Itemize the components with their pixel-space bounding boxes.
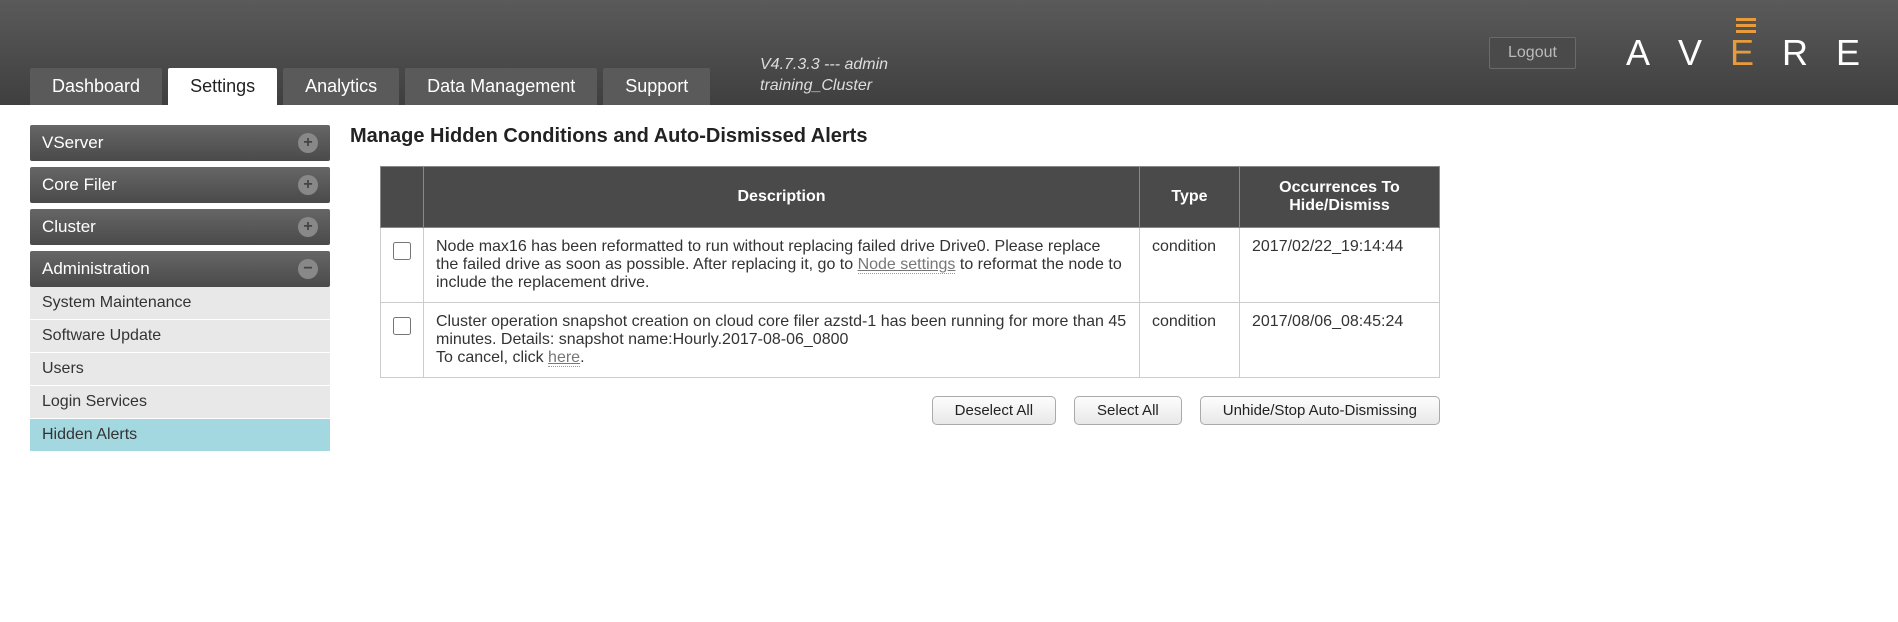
- logo-letter: A: [1626, 32, 1658, 74]
- sidebar-item-software-update[interactable]: Software Update: [30, 320, 330, 353]
- logo-accent-bars: [1730, 18, 1762, 33]
- action-row: Deselect All Select All Unhide/Stop Auto…: [380, 396, 1440, 425]
- main-panel: Manage Hidden Conditions and Auto-Dismis…: [350, 125, 1898, 458]
- row-description: Node max16 has been reformatted to run w…: [424, 228, 1140, 303]
- cluster-name: training_Cluster: [760, 76, 888, 97]
- row-type: condition: [1140, 303, 1240, 378]
- row-checkbox[interactable]: [393, 242, 411, 260]
- main-tabs: DashboardSettingsAnalyticsData Managemen…: [30, 68, 710, 105]
- sidebar-item-system-maintenance[interactable]: System Maintenance: [30, 287, 330, 320]
- row-checkbox[interactable]: [393, 317, 411, 335]
- deselect-all-button[interactable]: Deselect All: [932, 396, 1056, 425]
- page-title: Manage Hidden Conditions and Auto-Dismis…: [350, 125, 1868, 148]
- logo-letter: E: [1730, 32, 1762, 74]
- sidebar-group-label: Cluster: [42, 217, 96, 237]
- sidebar-item-users[interactable]: Users: [30, 353, 330, 386]
- collapse-icon: −: [298, 259, 318, 279]
- row-timestamp: 2017/08/06_08:45:24: [1240, 303, 1440, 378]
- tab-support[interactable]: Support: [603, 68, 710, 105]
- logo-letter: R: [1782, 32, 1816, 74]
- logo-letter: E: [1836, 32, 1868, 74]
- tab-data-management[interactable]: Data Management: [405, 68, 597, 105]
- sidebar-item-login-services[interactable]: Login Services: [30, 386, 330, 419]
- description-link[interactable]: Node settings: [858, 256, 956, 274]
- settings-sidebar: VServer + Core Filer + Cluster + Administratio…: [30, 125, 330, 458]
- unhide-button[interactable]: Unhide/Stop Auto-Dismissing: [1200, 396, 1440, 425]
- expand-icon: +: [298, 217, 318, 237]
- row-timestamp: 2017/02/22_19:14:44: [1240, 228, 1440, 303]
- table-row: Node max16 has been reformatted to run w…: [381, 228, 1440, 303]
- sidebar-group-administration[interactable]: Administration −: [30, 251, 330, 287]
- tab-settings[interactable]: Settings: [168, 68, 277, 105]
- version-text: V4.7.3.3 --- admin: [760, 55, 888, 76]
- sidebar-item-hidden-alerts[interactable]: Hidden Alerts: [30, 419, 330, 452]
- col-occurrences: Occurrences To Hide/Dismiss: [1240, 167, 1440, 228]
- alerts-table: Description Type Occurrences To Hide/Dis…: [380, 166, 1440, 378]
- table-row: Cluster operation snapshot creation on c…: [381, 303, 1440, 378]
- expand-icon: +: [298, 133, 318, 153]
- sidebar-group-label: Administration: [42, 259, 150, 279]
- sidebar-group-cluster[interactable]: Cluster +: [30, 209, 330, 245]
- expand-icon: +: [298, 175, 318, 195]
- select-all-button[interactable]: Select All: [1074, 396, 1182, 425]
- col-checkbox: [381, 167, 424, 228]
- tab-analytics[interactable]: Analytics: [283, 68, 399, 105]
- sidebar-group-label: VServer: [42, 133, 103, 153]
- app-header: DashboardSettingsAnalyticsData Managemen…: [0, 0, 1898, 105]
- col-description: Description: [424, 167, 1140, 228]
- brand-logo: A V E R E: [1626, 32, 1868, 74]
- header-info: V4.7.3.3 --- admin training_Cluster: [760, 55, 888, 97]
- col-type: Type: [1140, 167, 1240, 228]
- header-right: Logout A V E R E: [1489, 0, 1868, 105]
- description-link[interactable]: here: [548, 349, 580, 367]
- row-type: condition: [1140, 228, 1240, 303]
- sidebar-group-vserver[interactable]: VServer +: [30, 125, 330, 161]
- sidebar-group-label: Core Filer: [42, 175, 117, 195]
- logout-button[interactable]: Logout: [1489, 37, 1576, 69]
- row-description: Cluster operation snapshot creation on c…: [424, 303, 1140, 378]
- logo-letter: V: [1678, 32, 1710, 74]
- sidebar-group-core-filer[interactable]: Core Filer +: [30, 167, 330, 203]
- tab-dashboard[interactable]: Dashboard: [30, 68, 162, 105]
- content-area: VServer + Core Filer + Cluster + Administratio…: [0, 105, 1898, 458]
